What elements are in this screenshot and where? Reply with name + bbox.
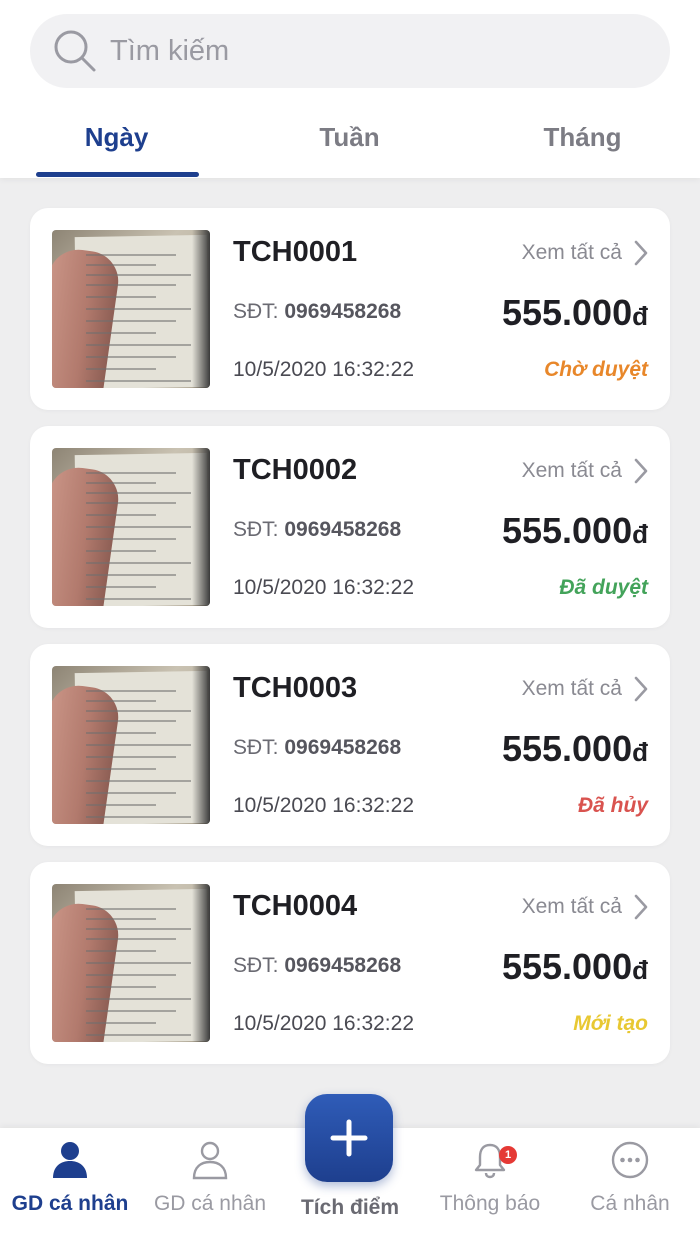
chevron-right-icon [634, 894, 648, 920]
search-icon [54, 30, 96, 72]
transaction-amount: 555.000đ [502, 946, 648, 988]
plus-icon [330, 1119, 368, 1157]
transaction-amount: 555.000đ [502, 728, 648, 770]
view-all-link[interactable]: Xem tất cả [522, 892, 650, 922]
phone-number: SĐT: 0969458268 [233, 736, 401, 760]
amount-value: 555.000 [501, 728, 633, 769]
phone-label: SĐT: [233, 954, 279, 977]
transaction-amount: 555.000đ [502, 292, 648, 334]
phone-number: SĐT: 0969458268 [233, 300, 401, 324]
phone-value: 0969458268 [284, 736, 402, 759]
chevron-right-icon [634, 458, 648, 484]
receipt-thumbnail[interactable] [52, 666, 210, 824]
phone-number: SĐT: 0969458268 [233, 954, 401, 978]
tab-day[interactable]: Ngày [0, 100, 233, 178]
phone-number: SĐT: 0969458268 [233, 518, 401, 542]
transaction-datetime: 10/5/2020 16:32:22 [233, 794, 415, 817]
notification-badge: 1 [499, 1146, 517, 1164]
phone-value: 0969458268 [284, 300, 402, 323]
view-all-link[interactable]: Xem tất cả [522, 674, 650, 704]
chevron-right-icon [634, 676, 648, 702]
nav-label: GD cá nhân [11, 1192, 129, 1215]
transaction-datetime: 10/5/2020 16:32:22 [233, 358, 415, 381]
nav-label: Cá nhân [590, 1192, 670, 1215]
amount-value: 555.000 [501, 510, 633, 551]
currency-symbol: đ [632, 301, 648, 331]
nav-profile[interactable]: Cá nhân [560, 1128, 700, 1244]
transaction-code: TCH0001 [233, 236, 358, 268]
transaction-datetime: 10/5/2020 16:32:22 [233, 1012, 415, 1035]
nav-notifications[interactable]: 1 Thông báo [420, 1128, 560, 1244]
period-tabs: Ngày Tuần Tháng [0, 100, 700, 178]
transaction-code: TCH0003 [233, 672, 358, 704]
person-filled-icon [53, 1142, 87, 1178]
nav-label: GD cá nhân [153, 1192, 267, 1215]
transaction-code: TCH0002 [233, 454, 358, 486]
transaction-datetime: 10/5/2020 16:32:22 [233, 576, 415, 599]
receipt-thumbnail[interactable] [52, 448, 210, 606]
phone-value: 0969458268 [284, 954, 402, 977]
more-icon [611, 1141, 649, 1179]
view-all-label: Xem tất cả [521, 459, 622, 482]
phone-value: 0969458268 [284, 518, 402, 541]
active-tab-indicator [36, 172, 199, 177]
phone-label: SĐT: [233, 518, 279, 541]
nav-label: Tích điểm [300, 1196, 400, 1219]
chevron-right-icon [634, 240, 648, 266]
amount-value: 555.000 [501, 292, 633, 333]
nav-label: Thông báo [439, 1192, 541, 1215]
view-all-link[interactable]: Xem tất cả [522, 456, 650, 486]
view-all-link[interactable]: Xem tất cả [522, 238, 650, 268]
phone-label: SĐT: [233, 300, 279, 323]
transaction-amount: 555.000đ [502, 510, 648, 552]
phone-label: SĐT: [233, 736, 279, 759]
transaction-card[interactable]: TCH0002 Xem tất cả SĐT: 0969458268 555.000đ… [30, 426, 670, 628]
nav-personal-transactions[interactable]: GD cá nhân [140, 1128, 280, 1244]
view-all-label: Xem tất cả [521, 677, 622, 700]
status-label: Chờ duyệt [544, 358, 648, 381]
view-all-label: Xem tất cả [521, 241, 622, 264]
top-panel: Tìm kiếm Ngày Tuần Tháng [0, 0, 700, 178]
person-outline-icon [192, 1141, 228, 1180]
transaction-card[interactable]: TCH0004 Xem tất cả SĐT: 0969458268 555.000đ… [30, 862, 670, 1064]
search-bar[interactable]: Tìm kiếm [30, 14, 670, 88]
nav-personal-transactions-active[interactable]: GD cá nhân [0, 1128, 140, 1244]
tab-month[interactable]: Tháng [466, 100, 699, 178]
view-all-label: Xem tất cả [521, 895, 622, 918]
add-points-button[interactable] [305, 1094, 393, 1182]
receipt-thumbnail[interactable] [52, 884, 210, 1042]
currency-symbol: đ [632, 519, 648, 549]
status-label: Đã duyệt [559, 576, 648, 599]
status-label: Mới tạo [573, 1012, 648, 1035]
status-label: Đã hủy [577, 794, 648, 817]
amount-value: 555.000 [501, 946, 633, 987]
currency-symbol: đ [632, 955, 648, 985]
search-input[interactable]: Tìm kiếm [110, 35, 229, 68]
transaction-card[interactable]: TCH0003 Xem tất cả SĐT: 0969458268 555.000đ… [30, 644, 670, 846]
receipt-thumbnail[interactable] [52, 230, 210, 388]
tab-week[interactable]: Tuần [233, 100, 466, 178]
currency-symbol: đ [632, 737, 648, 767]
transaction-card[interactable]: TCH0001 Xem tất cả SĐT: 0969458268 555.000đ… [30, 208, 670, 410]
transaction-code: TCH0004 [233, 890, 358, 922]
